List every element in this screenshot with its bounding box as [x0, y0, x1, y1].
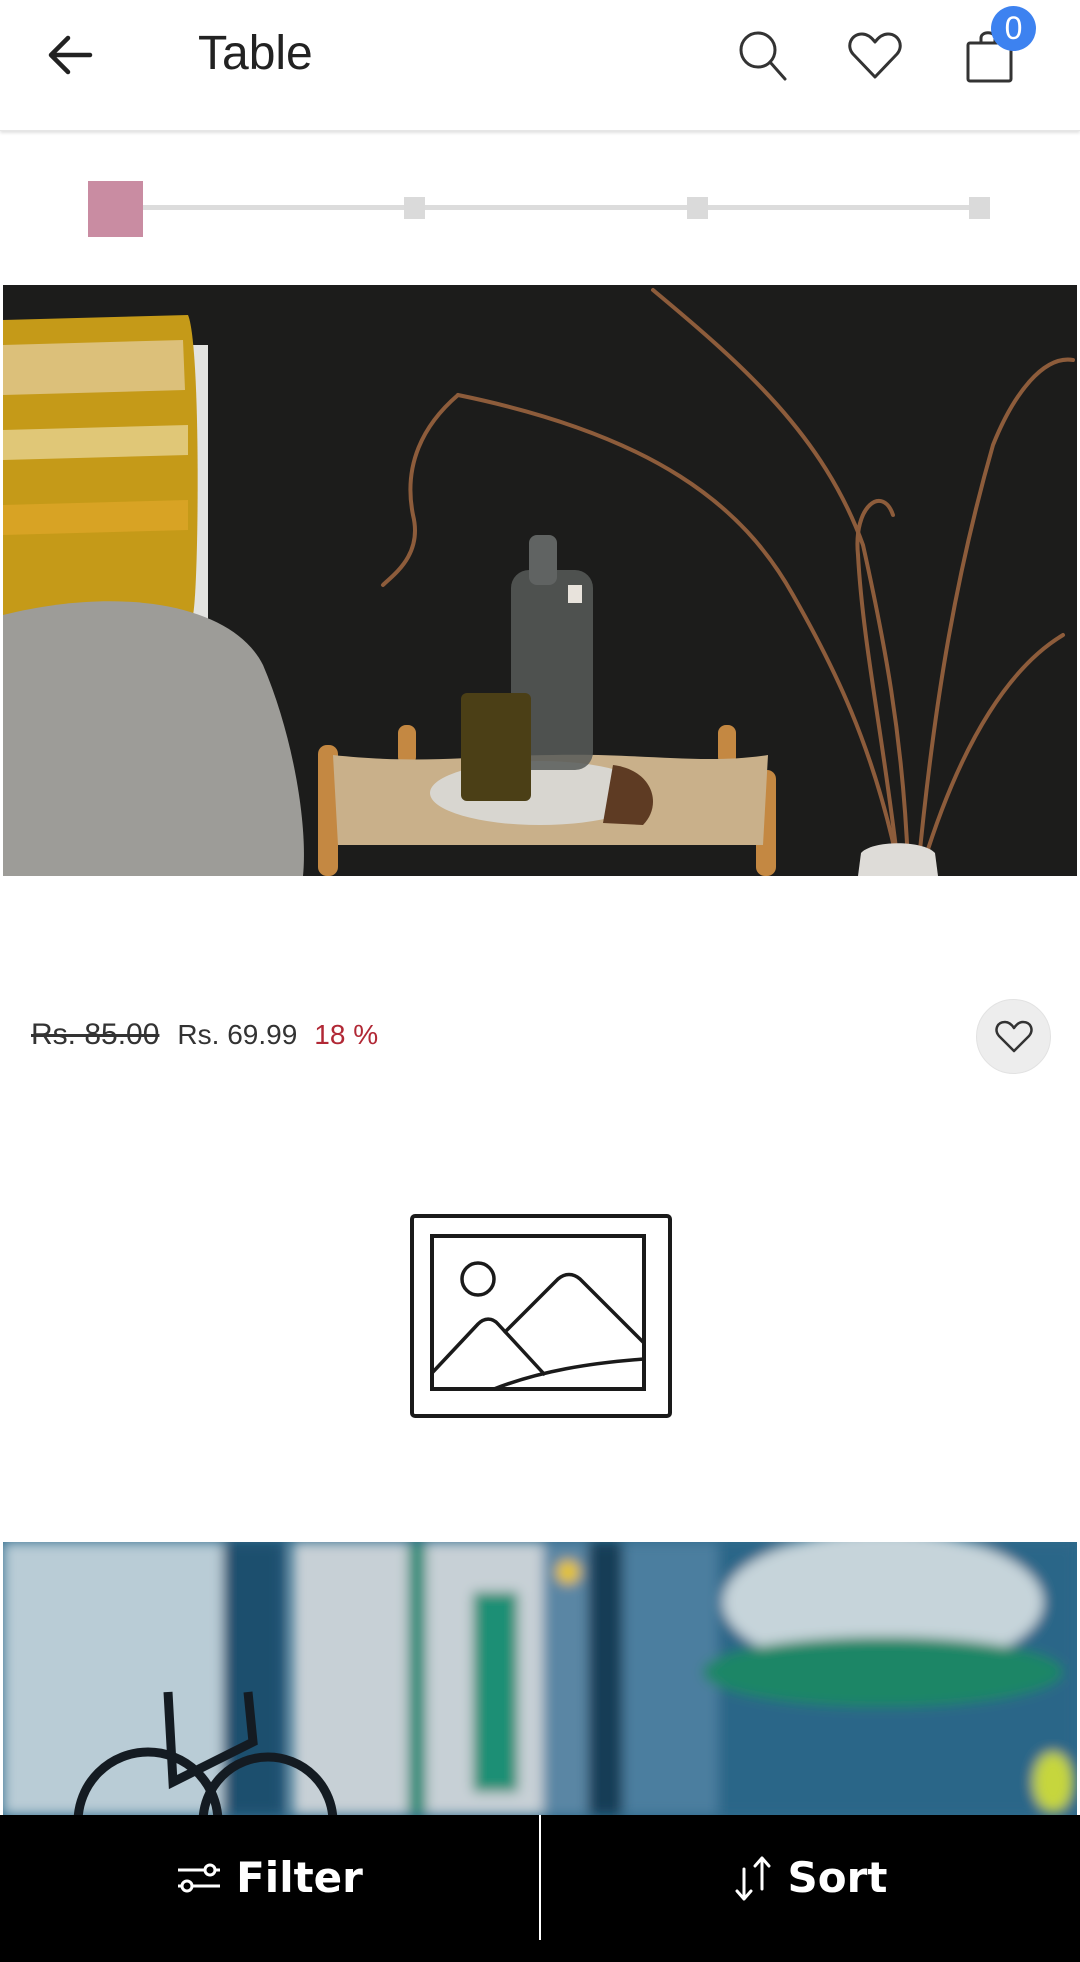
sale-price: Rs. 69.99 — [177, 1019, 298, 1050]
filter-label: Filter — [236, 1853, 363, 1902]
discount-percent: 18 % — [314, 1019, 379, 1050]
back-button[interactable] — [40, 28, 100, 82]
sliders-icon — [178, 1863, 221, 1892]
arrow-left-icon — [48, 35, 93, 75]
image-placeholder — [410, 1213, 674, 1419]
slider-thumb-active[interactable] — [88, 181, 143, 237]
add-to-wishlist-button[interactable] — [976, 999, 1051, 1074]
filter-button[interactable]: Filter — [0, 1815, 539, 1940]
sort-label: Sort — [787, 1853, 888, 1902]
price-row: Rs. 85.00 Rs. 69.99 18 % — [31, 1010, 378, 1060]
product-photo — [3, 285, 1077, 876]
slider-track — [128, 205, 983, 210]
slider-step-3[interactable] — [687, 197, 708, 219]
search-icon — [739, 31, 787, 81]
search-button[interactable] — [733, 26, 793, 86]
product-photo-next — [3, 1542, 1077, 1815]
image-placeholder-icon — [410, 1214, 672, 1418]
image-slider-indicator[interactable] — [88, 176, 993, 242]
page-title: Table — [198, 27, 313, 80]
slider-step-4[interactable] — [969, 197, 990, 219]
cart-count-badge: 0 — [991, 6, 1036, 51]
wishlist-button[interactable] — [845, 26, 905, 86]
product-image[interactable] — [3, 285, 1077, 876]
product-image-next[interactable] — [3, 1542, 1077, 1815]
heart-icon — [848, 32, 902, 79]
heart-icon — [994, 1020, 1033, 1052]
slider-step-2[interactable] — [404, 197, 425, 219]
sort-button[interactable]: Sort — [541, 1815, 1080, 1940]
app-header: Table 0 — [0, 0, 1080, 131]
bottom-action-bar: Filter Sort — [0, 1815, 1080, 1962]
sort-arrows-icon — [735, 1856, 771, 1900]
original-price: Rs. 85.00 — [31, 1018, 160, 1051]
